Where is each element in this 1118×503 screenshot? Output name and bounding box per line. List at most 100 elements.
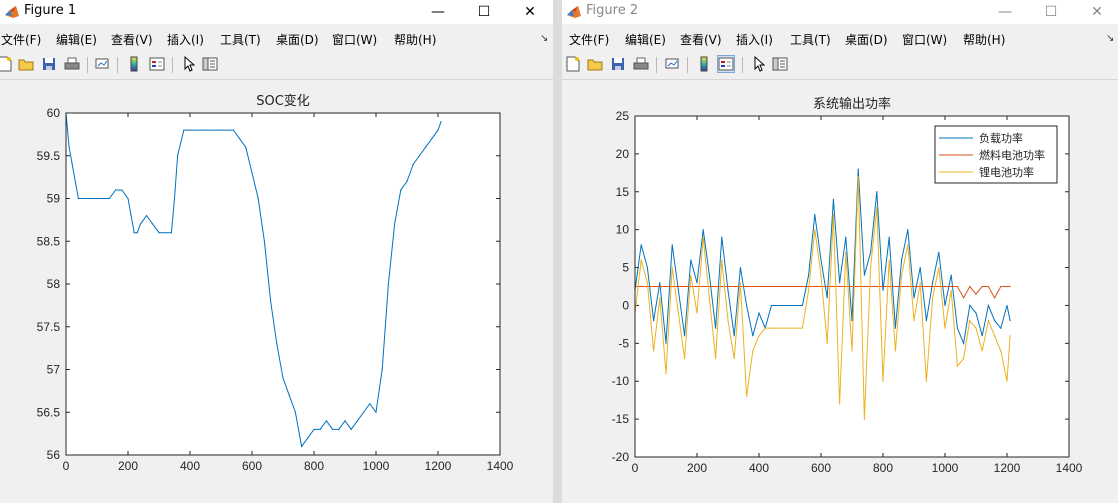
colorbar-icon[interactable] <box>125 55 143 73</box>
data-point <box>857 176 859 178</box>
data-point <box>938 251 940 253</box>
data-point <box>981 335 983 337</box>
data-point <box>882 380 884 382</box>
open-folder-icon[interactable] <box>17 55 35 73</box>
data-point <box>659 282 661 284</box>
data-point <box>826 285 828 288</box>
link-plot-icon[interactable] <box>93 55 111 73</box>
data-point <box>969 285 971 288</box>
data-point <box>721 285 723 288</box>
data-point <box>733 335 735 337</box>
data-point <box>96 197 98 200</box>
save-icon[interactable] <box>40 55 58 73</box>
data-point <box>752 335 754 337</box>
data-point <box>746 304 748 307</box>
data-point <box>758 285 760 288</box>
menu-overflow-icon[interactable]: ↘ <box>540 33 548 44</box>
maximize-button[interactable]: ☐ <box>461 0 507 24</box>
menu-window[interactable]: 窗口(W) <box>332 31 377 48</box>
data-point <box>944 327 946 329</box>
edit-plot-arrow-icon[interactable] <box>180 55 198 73</box>
data-point <box>752 285 754 288</box>
data-point <box>307 437 309 439</box>
data-point <box>684 357 686 360</box>
data-point <box>950 289 952 291</box>
data-point <box>677 289 679 291</box>
y-tick-label: 56.5 <box>37 405 61 419</box>
maximize-button[interactable]: ☐ <box>1028 0 1074 24</box>
data-point <box>313 428 315 430</box>
data-point <box>158 232 160 234</box>
data-point <box>121 189 123 191</box>
toolbar <box>562 51 1118 80</box>
print-icon[interactable] <box>632 55 650 73</box>
y-tick-label: 58.5 <box>37 234 61 248</box>
save-icon[interactable] <box>609 55 627 73</box>
data-point <box>932 297 934 299</box>
data-point <box>801 304 803 307</box>
close-button[interactable]: ✕ <box>1074 0 1118 24</box>
menu-file[interactable]: 文件(F) <box>569 31 609 48</box>
menu-bar: 文件(F) 编辑(E) 查看(V) 插入(I) 工具(T) 桌面(D) 窗口(W… <box>562 27 1118 49</box>
window-title: Figure 2 <box>586 3 639 18</box>
data-point <box>653 320 655 322</box>
edit-plot-arrow-icon[interactable] <box>750 55 768 73</box>
colorbar-icon[interactable] <box>695 55 713 73</box>
data-point <box>387 283 389 285</box>
menu-edit[interactable]: 编辑(E) <box>625 31 666 48</box>
minimize-button[interactable]: — <box>415 0 461 24</box>
menu-overflow-icon[interactable]: ↘ <box>1106 33 1114 44</box>
menu-file[interactable]: 文件(F) <box>1 31 41 48</box>
menu-view[interactable]: 查看(V) <box>680 31 722 48</box>
data-point <box>994 320 996 322</box>
menu-desktop[interactable]: 桌面(D) <box>845 31 888 48</box>
power-plot[interactable]: 系统输出功率0 200 400 600 800 1000 1200 1400-20-15-10… <box>562 80 1118 503</box>
data-point <box>702 236 704 238</box>
data-point <box>808 289 810 291</box>
menu-help[interactable]: 帮助(H) <box>963 31 1005 48</box>
open-folder-icon[interactable] <box>586 55 604 73</box>
data-point <box>696 285 698 288</box>
property-inspector-icon[interactable] <box>771 55 789 73</box>
data-point <box>301 445 303 448</box>
data-point <box>857 168 859 170</box>
figure-1-window: Figure 1 — ☐ ✕ 文件(F) 编辑(E) 查看(V) 插入(I) 工… <box>0 0 553 503</box>
link-plot-icon[interactable] <box>663 55 681 73</box>
new-file-icon[interactable] <box>0 55 14 73</box>
soc-plot[interactable]: SOC变化 0 200 400 600 800 1000 1200 1400 56 56.5 57 57… <box>0 80 553 503</box>
data-point <box>665 342 667 344</box>
menu-edit[interactable]: 编辑(E) <box>56 31 97 48</box>
legend-label: 锂电池功率 <box>979 165 1034 179</box>
y-tick-label: 56 <box>47 448 61 462</box>
menu-tools[interactable]: 工具(T) <box>790 31 831 48</box>
data-point <box>146 215 148 217</box>
new-file-icon[interactable] <box>564 55 582 73</box>
data-point <box>981 350 983 352</box>
data-point <box>684 285 686 288</box>
print-icon[interactable] <box>63 55 81 73</box>
minimize-button[interactable]: — <box>982 0 1028 24</box>
menu-view[interactable]: 查看(V) <box>111 31 153 48</box>
legend-icon[interactable] <box>148 55 166 73</box>
data-point <box>173 197 176 200</box>
legend-icon[interactable] <box>717 55 735 73</box>
menu-insert[interactable]: 插入(I) <box>167 31 204 48</box>
data-point <box>640 259 642 261</box>
close-button[interactable]: ✕ <box>507 0 553 24</box>
data-point <box>956 365 958 367</box>
menu-window[interactable]: 窗口(W) <box>902 31 947 48</box>
x-tick-label: 0 <box>632 461 639 475</box>
x-tick-label: 800 <box>873 461 893 475</box>
data-point <box>770 327 772 329</box>
menu-insert[interactable]: 插入(I) <box>736 31 773 48</box>
plot-area <box>66 113 500 455</box>
data-point <box>851 285 853 288</box>
menu-help[interactable]: 帮助(H) <box>394 31 436 48</box>
property-inspector-icon[interactable] <box>201 55 219 73</box>
data-point <box>808 274 810 276</box>
data-point <box>987 285 989 288</box>
data-point <box>671 266 673 269</box>
menu-desktop[interactable]: 桌面(D) <box>276 31 319 48</box>
x-tick-label: 1400 <box>487 459 514 473</box>
menu-tools[interactable]: 工具(T) <box>220 31 261 48</box>
